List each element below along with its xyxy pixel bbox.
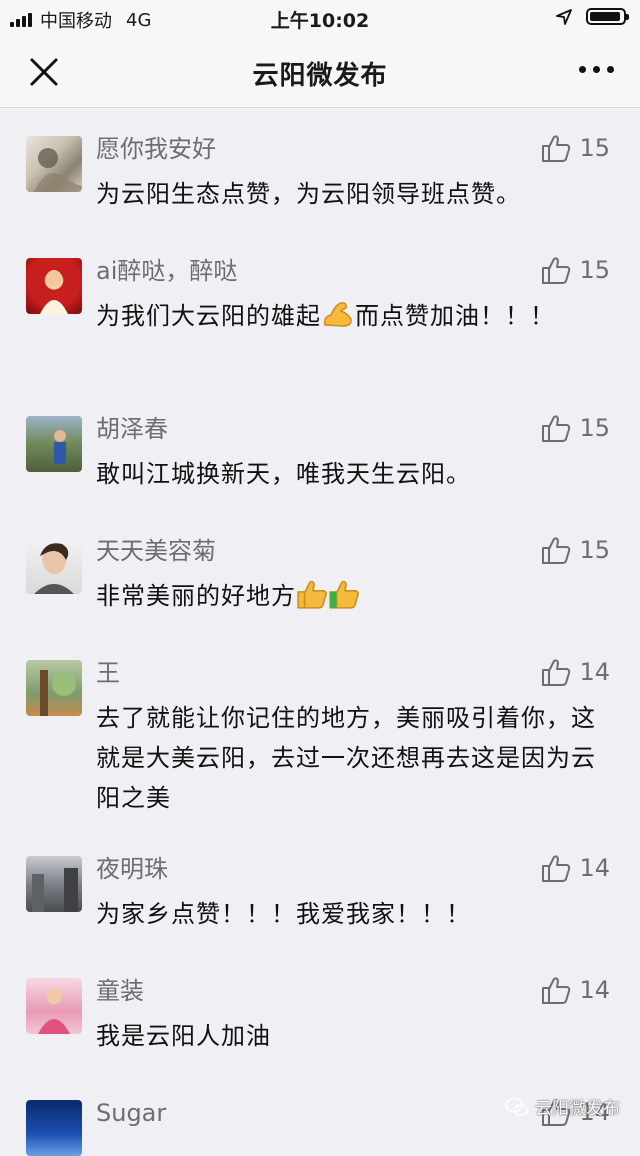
comment-item: ai醉哒，醉哒 为我们大云阳的雄起 而点赞加油！！！ 15 xyxy=(0,230,640,388)
thumbs-up-icon xyxy=(542,537,571,564)
battery-icon xyxy=(586,8,629,25)
like-button[interactable]: 15 xyxy=(541,414,610,442)
comment-username[interactable]: 愿你我安好 xyxy=(96,108,600,166)
like-count: 15 xyxy=(579,536,610,564)
comment-text: 敢叫江城换新天，唯我天生云阳。 xyxy=(96,460,471,488)
comment-text: 去了就能让你记住的地方，美丽吸引着你，这就是大美云阳，去过一次还想再去这是因为云… xyxy=(96,704,596,812)
like-count: 14 xyxy=(579,658,610,686)
comment-username[interactable]: 王 xyxy=(96,632,600,690)
like-count: 14 xyxy=(579,854,610,882)
thumbs-up-icon xyxy=(542,135,571,162)
like-button[interactable]: 14 xyxy=(541,854,610,882)
comment-text: 为我们大云阳的雄起 而点赞加油！！！ xyxy=(96,296,600,336)
thumbs-up-emoji-icon xyxy=(297,580,327,609)
thumbs-up-icon xyxy=(542,659,571,686)
thumbs-up-icon xyxy=(542,415,571,442)
status-time: 上午10:02 xyxy=(270,10,370,32)
like-count: 15 xyxy=(579,256,610,284)
watermark-text: 云阳微发布 xyxy=(535,1099,620,1119)
comment-item: 天天美容菊 非常美丽的好地方 15 xyxy=(0,510,640,632)
comment-text: 我是云阳人加油 xyxy=(96,1022,271,1050)
comment-username[interactable]: 天天美容菊 xyxy=(96,510,600,568)
avatar[interactable] xyxy=(26,538,82,594)
avatar[interactable] xyxy=(26,660,82,716)
like-button[interactable]: 15 xyxy=(541,536,610,564)
status-bar: 中国移动 4G 上午10:02 xyxy=(0,0,640,36)
thumbs-up-emoji-icon xyxy=(329,580,359,609)
comment-text-part: 而点赞加油！！！ xyxy=(355,302,555,330)
like-count: 15 xyxy=(579,134,610,162)
nav-bar: 云阳微发布 xyxy=(0,36,640,108)
status-right xyxy=(556,8,629,25)
like-count: 15 xyxy=(579,414,610,442)
avatar[interactable] xyxy=(26,1100,82,1156)
comment-list: 愿你我安好 为云阳生态点赞，为云阳领导班点赞。 15 ai醉哒，醉哒 为我们大云… xyxy=(0,108,640,1156)
comment-text: 为云阳生态点赞，为云阳领导班点赞。 xyxy=(96,180,521,208)
thumbs-up-icon xyxy=(542,855,571,882)
thumbs-up-icon xyxy=(542,257,571,284)
comment-text-part: 为我们大云阳的雄起 xyxy=(96,302,321,330)
comment-item: 王 去了就能让你记住的地方，美丽吸引着你，这就是大美云阳，去过一次还想再去这是因… xyxy=(0,632,640,828)
comment-item: 童装 我是云阳人加油 14 xyxy=(0,950,640,1072)
avatar[interactable] xyxy=(26,258,82,314)
comment-item: 胡泽春 敢叫江城换新天，唯我天生云阳。 15 xyxy=(0,388,640,510)
avatar[interactable] xyxy=(26,856,82,912)
wechat-icon xyxy=(505,1097,529,1116)
more-icon[interactable] xyxy=(579,66,614,73)
comment-text: 为家乡点赞！！！我爱我家！！！ xyxy=(96,900,471,928)
flexed-biceps-icon xyxy=(323,302,352,327)
thumbs-up-icon xyxy=(542,977,571,1004)
like-button[interactable]: 15 xyxy=(541,134,610,162)
comment-item: 夜明珠 为家乡点赞！！！我爱我家！！！ 14 xyxy=(0,828,640,950)
comment-item: 愿你我安好 为云阳生态点赞，为云阳领导班点赞。 15 xyxy=(0,108,640,230)
like-button[interactable]: 14 xyxy=(541,976,610,1004)
comment-username[interactable]: ai醉哒，醉哒 xyxy=(96,230,600,288)
avatar[interactable] xyxy=(26,978,82,1034)
comment-text: 非常美丽的好地方 xyxy=(96,576,600,616)
page-title: 云阳微发布 xyxy=(252,61,388,91)
comment-username[interactable]: 童装 xyxy=(96,950,600,1008)
comment-username[interactable]: 夜明珠 xyxy=(96,828,600,886)
watermark: 云阳微发布 xyxy=(505,1094,620,1119)
location-icon xyxy=(556,8,572,25)
avatar[interactable] xyxy=(26,136,82,192)
avatar[interactable] xyxy=(26,416,82,472)
like-button[interactable]: 15 xyxy=(541,256,610,284)
like-count: 14 xyxy=(579,976,610,1004)
comment-username[interactable]: 胡泽春 xyxy=(96,388,600,446)
like-button[interactable]: 14 xyxy=(541,658,610,686)
comment-text-part: 非常美丽的好地方 xyxy=(96,582,296,610)
